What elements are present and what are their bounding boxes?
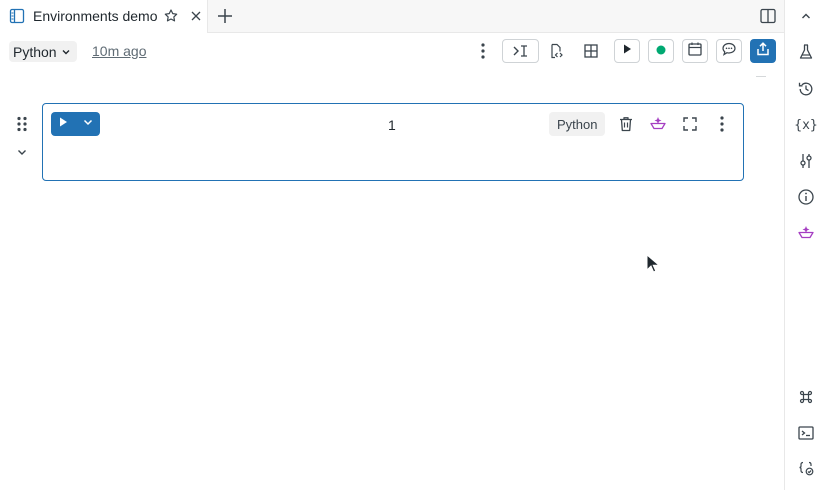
compute-status-button[interactable] — [648, 39, 674, 63]
variables-icon[interactable]: {x} — [794, 115, 817, 135]
scroll-indicator — [756, 76, 766, 77]
drag-handle-icon[interactable] — [15, 116, 29, 137]
fullscreen-icon[interactable] — [680, 114, 700, 134]
notebook-toolbar: Python 10m ago — [0, 33, 784, 73]
sliders-icon[interactable] — [796, 151, 816, 171]
mouse-cursor-icon — [646, 253, 661, 279]
calendar-icon — [687, 41, 703, 62]
chevron-down-icon — [82, 115, 94, 133]
run-cell-button[interactable] — [51, 112, 75, 136]
run-to-cursor-icon[interactable] — [502, 39, 539, 63]
history-icon[interactable] — [796, 79, 816, 99]
split-view-icon[interactable] — [759, 7, 777, 30]
info-icon[interactable] — [796, 187, 816, 207]
comment-icon — [721, 41, 737, 62]
cell-language-badge[interactable]: Python — [549, 112, 606, 136]
notebook-cell[interactable]: 1 Python — [42, 103, 744, 181]
layout-grid-icon[interactable] — [573, 39, 608, 63]
play-icon — [57, 115, 69, 133]
star-icon[interactable] — [163, 8, 179, 29]
run-cell-button-group — [51, 112, 100, 136]
code-file-icon[interactable] — [539, 39, 574, 63]
schedule-button[interactable] — [682, 39, 708, 63]
notebook-icon — [9, 8, 25, 29]
chevron-down-icon — [61, 44, 71, 60]
code-check-icon[interactable] — [796, 458, 816, 478]
status-dot-icon — [656, 42, 666, 60]
language-select-label: Python — [13, 43, 57, 60]
collapse-up-icon[interactable] — [796, 6, 816, 26]
language-select[interactable]: Python — [9, 41, 77, 62]
chevron-down-icon[interactable] — [15, 145, 29, 164]
right-rail: {x} — [784, 0, 826, 490]
tab-bar: Environments demo — [0, 0, 784, 33]
keyboard-shortcut-icon[interactable] — [796, 387, 816, 407]
assistant-icon[interactable] — [796, 223, 816, 243]
plus-icon[interactable] — [215, 6, 235, 26]
share-button[interactable] — [750, 39, 776, 63]
notebook-tab[interactable]: Environments demo — [0, 0, 208, 33]
close-icon[interactable] — [188, 8, 204, 29]
run-all-button[interactable] — [614, 39, 640, 63]
last-saved-link[interactable]: 10m ago — [92, 43, 146, 59]
play-icon — [621, 42, 633, 60]
terminal-icon[interactable] — [796, 423, 816, 443]
kebab-menu-icon[interactable] — [712, 114, 732, 134]
share-icon — [755, 41, 771, 62]
view-toggle-group — [502, 39, 608, 63]
experiment-flask-icon[interactable] — [796, 42, 816, 62]
comments-button[interactable] — [716, 39, 742, 63]
cell-index: 1 — [388, 117, 396, 133]
tab-title: Environments demo — [33, 8, 158, 24]
trash-icon[interactable] — [616, 114, 636, 134]
kebab-menu-icon[interactable] — [474, 41, 492, 61]
assistant-icon[interactable] — [648, 114, 668, 134]
run-options-dropdown[interactable] — [75, 112, 100, 136]
